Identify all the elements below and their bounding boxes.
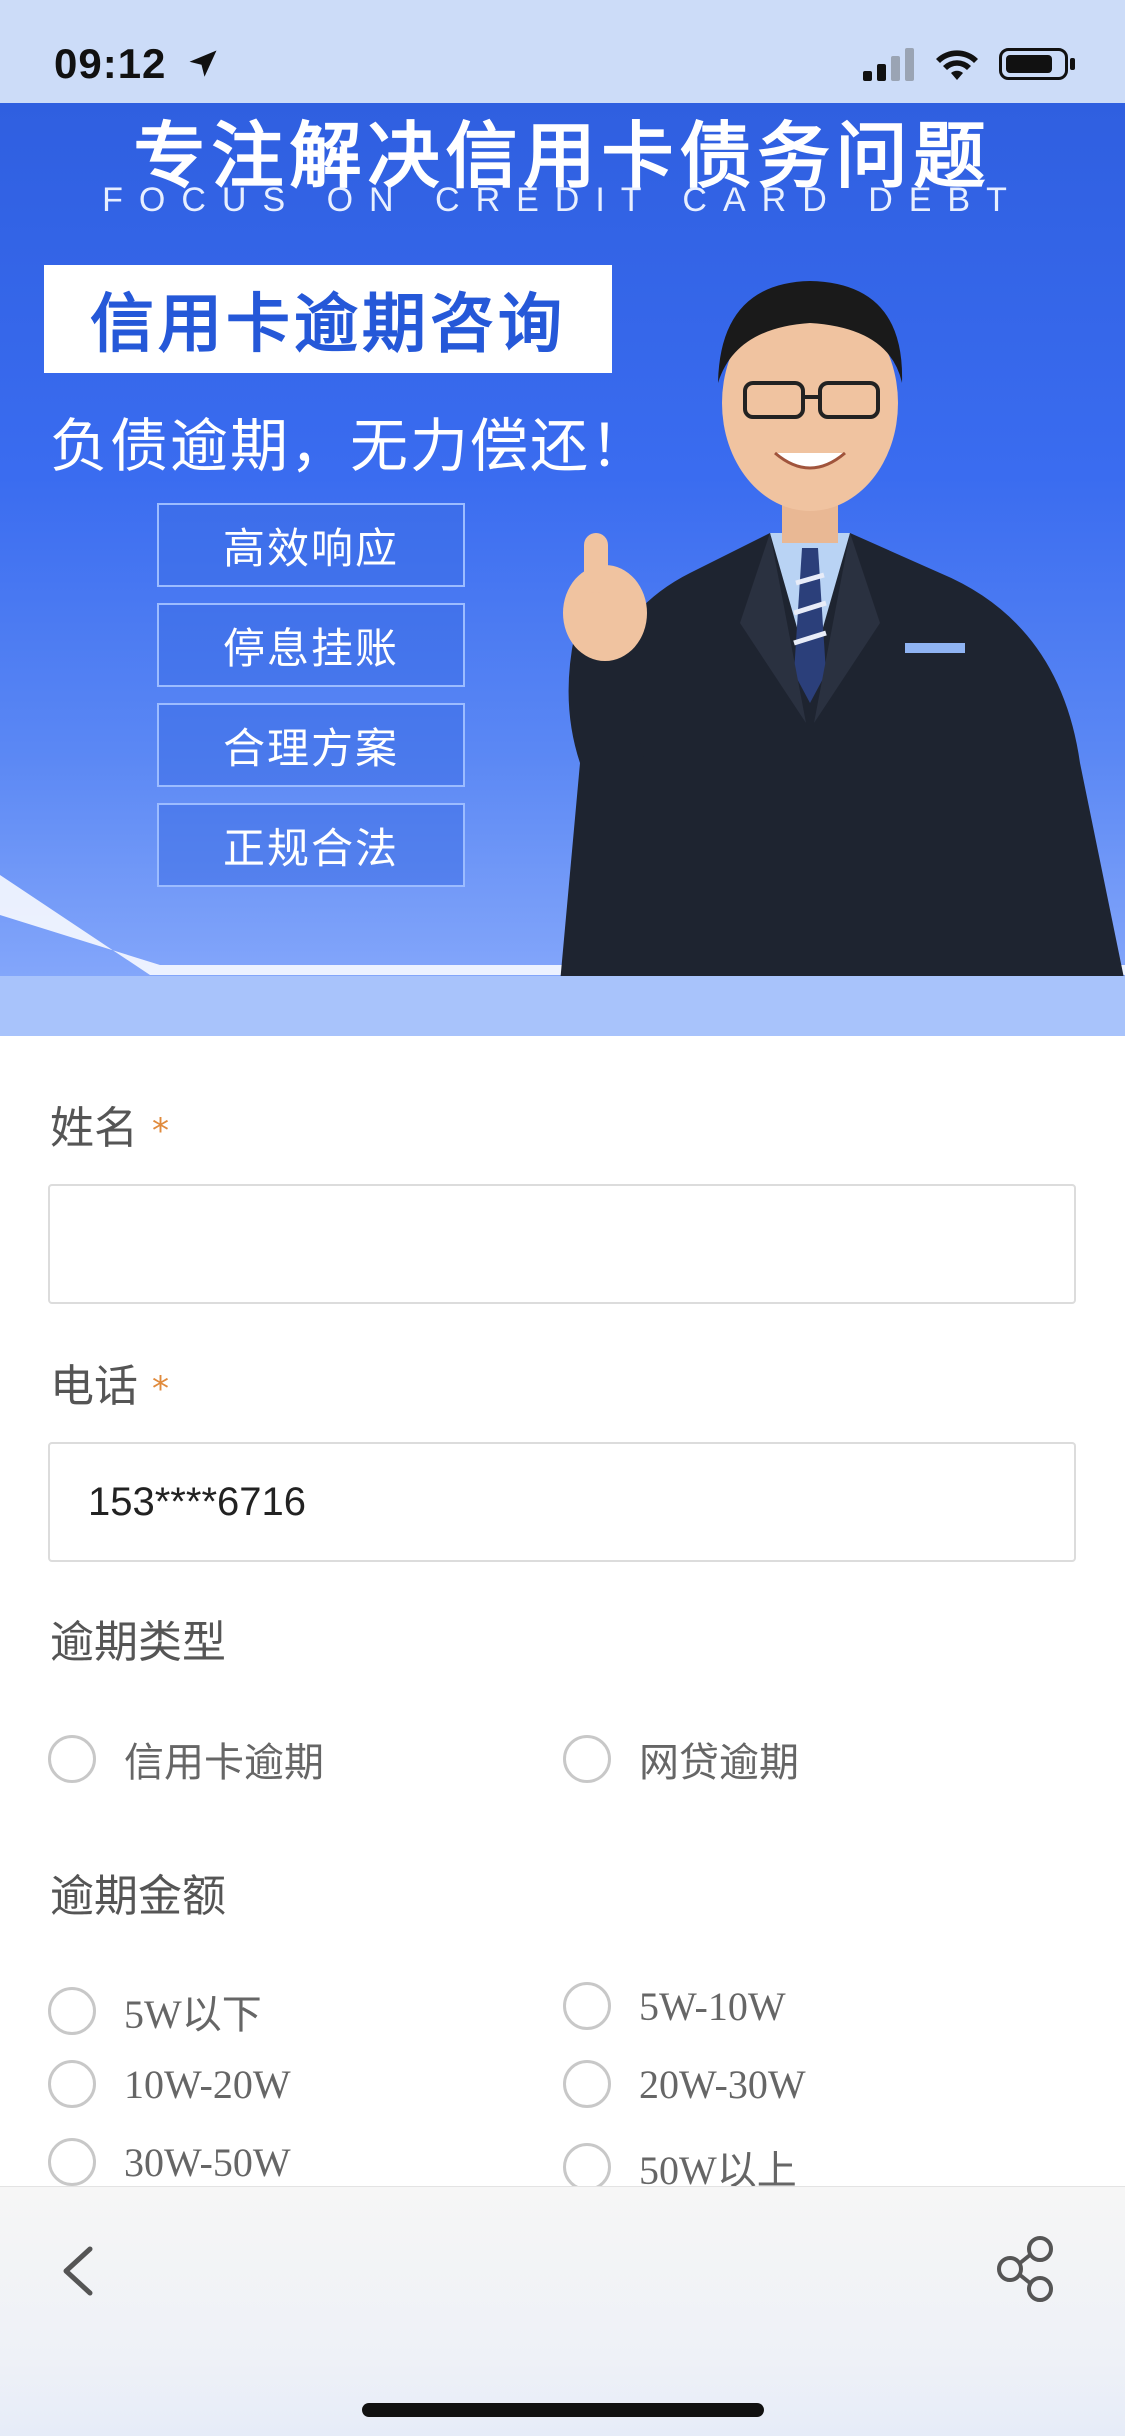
browser-toolbar [0,2186,1125,2436]
radio-amount-30w-50w[interactable]: 30W-50W [48,2138,291,2186]
status-time: 09:12 [54,40,221,88]
home-indicator [362,2403,764,2417]
feature-item: 合理方案 [157,703,465,787]
radio-label: 网贷逾期 [639,1740,799,1786]
name-label: 姓名 * [50,1092,169,1156]
radio-credit-card-overdue[interactable]: 信用卡逾期 [48,1730,324,1788]
share-button[interactable] [992,2229,1062,2309]
radio-amount-5w-10w[interactable]: 5W-10W [563,1982,786,2030]
status-bar: 09:12 [0,0,1125,103]
required-star: * [152,1111,169,1151]
status-icons [863,46,1077,82]
overdue-amount-label: 逾期金额 [50,1871,226,1922]
promo-banner: 专注解决信用卡债务问题 FOCUS ON CREDIT CARD DEBT 信用… [0,103,1125,1036]
phone-label: 电话 * [50,1350,169,1414]
signal-icon [863,48,914,81]
radio-circle[interactable] [563,2060,611,2108]
overdue-type-label: 逾期类型 [50,1617,226,1668]
radio-label: 信用卡逾期 [124,1740,324,1786]
radio-circle[interactable] [48,2060,96,2108]
name-input[interactable] [48,1184,1076,1304]
radio-circle[interactable] [563,2143,611,2191]
status-time-text: 09:12 [54,40,167,87]
radio-label: 5W以下 [124,1992,262,2037]
banner-bottom-band [0,976,1125,1036]
feature-item: 停息挂账 [157,603,465,687]
feature-item: 正规合法 [157,803,465,887]
radio-circle[interactable] [563,1982,611,2030]
radio-circle[interactable] [563,1735,611,1783]
name-label-text: 姓名 [50,1103,138,1154]
battery-icon [999,48,1075,80]
share-icon [997,2236,1053,2302]
chevron-left-icon [63,2246,93,2296]
radio-amount-under-5w[interactable]: 5W以下 [48,1982,262,2040]
phone-label-text: 电话 [50,1361,138,1412]
location-arrow-icon [189,50,217,77]
banner-label: 信用卡逾期咨询 [90,288,566,362]
radio-label: 30W-50W [124,2139,291,2185]
radio-online-loan-overdue[interactable]: 网贷逾期 [563,1730,799,1788]
radio-label: 10W-20W [124,2061,291,2107]
consultant-photo [560,281,1125,983]
feature-list: 高效响应 停息挂账 合理方案 正规合法 [157,503,465,887]
feature-item: 高效响应 [157,503,465,587]
wifi-icon [936,50,978,80]
back-button[interactable] [52,2231,112,2311]
phone-input[interactable]: 153****6716 [48,1442,1076,1562]
required-star: * [152,1369,169,1409]
radio-circle[interactable] [48,2138,96,2186]
radio-amount-10w-20w[interactable]: 10W-20W [48,2060,291,2108]
radio-amount-20w-30w[interactable]: 20W-30W [563,2060,806,2108]
radio-circle[interactable] [48,1735,96,1783]
radio-circle[interactable] [48,1987,96,2035]
radio-label: 5W-10W [639,1983,786,2029]
radio-label: 20W-30W [639,2061,806,2107]
